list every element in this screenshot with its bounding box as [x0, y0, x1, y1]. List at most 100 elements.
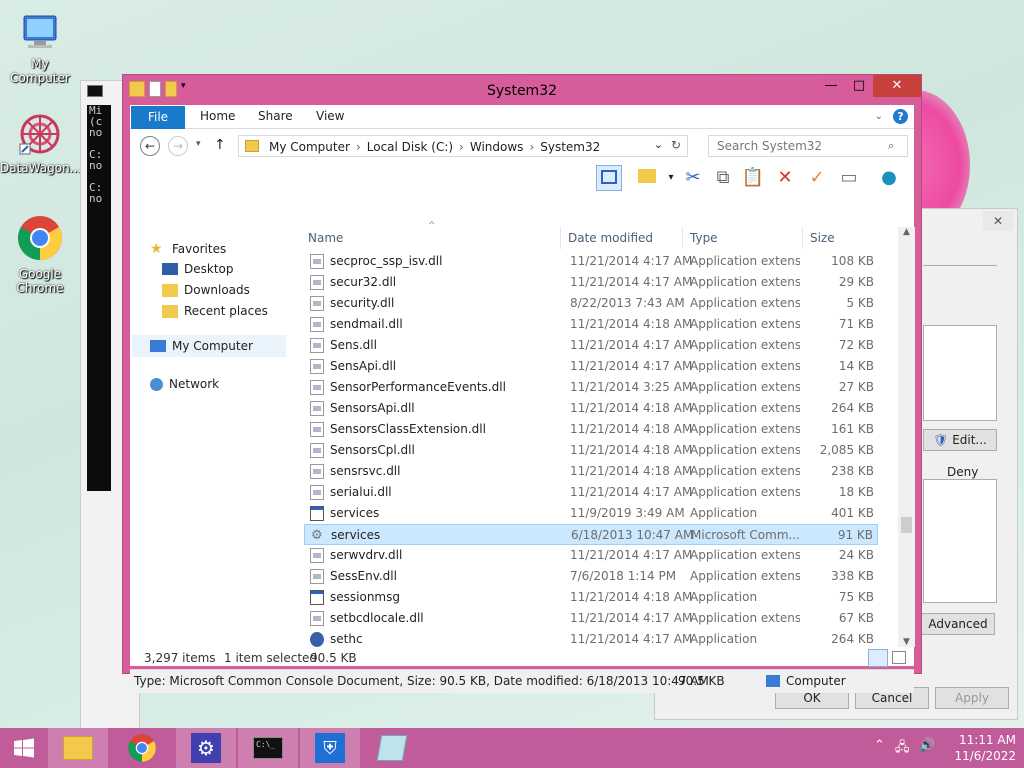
scroll-down-icon[interactable]: ▼ — [898, 637, 915, 647]
taskbar-settings[interactable]: ⚙ — [176, 728, 236, 768]
file-size: 71 KB — [838, 317, 874, 331]
desktop-icon-my-computer[interactable]: My Computer — [0, 12, 80, 85]
clock[interactable]: 11:11 AM 11/6/2022 — [954, 732, 1016, 764]
address-bar[interactable]: My Computer › Local Disk (C:) › Windows › S… — [238, 135, 688, 157]
file-type: Application extens... — [690, 380, 800, 394]
edit-button[interactable]: 🛡 Edit... — [923, 429, 997, 451]
taskbar-notepad[interactable] — [362, 728, 422, 768]
preview-pane-icon[interactable] — [596, 165, 622, 191]
column-header-name[interactable]: Name — [308, 227, 343, 249]
table-row[interactable]: SensorsClassExtension.dll 11/21/2014 4:18… — [304, 419, 878, 440]
scrollbar-thumb[interactable] — [901, 517, 912, 533]
taskbar-chrome[interactable] — [112, 728, 172, 768]
table-row[interactable]: SensorsApi.dll 11/21/2014 4:18 AM Applicat… — [304, 398, 878, 419]
close-button[interactable]: ✕ — [873, 75, 921, 97]
show-hidden-icons-chevron-icon[interactable]: ⌃ — [874, 738, 885, 760]
permissions-list[interactable] — [923, 479, 997, 603]
table-row[interactable]: sensrsvc.dll 11/21/2014 4:18 AM Applicatio… — [304, 461, 878, 482]
nav-item-recent-places[interactable]: Recent places — [162, 304, 268, 318]
explorer-window[interactable]: ▾ System32 — □ ✕ File Home Share View ⌄ … — [122, 74, 922, 693]
table-row[interactable]: serialui.dll 11/21/2014 4:17 AM Applicatio… — [304, 482, 878, 503]
nav-item-network[interactable]: Network — [150, 377, 219, 391]
help-icon[interactable]: ? — [893, 109, 908, 124]
table-row[interactable]: SensorPerformanceEvents.dll 11/21/2014 3:… — [304, 377, 878, 398]
breadcrumb-system32[interactable]: System32 — [540, 140, 600, 154]
rename-icon[interactable]: ▭ — [836, 165, 862, 191]
cut-icon[interactable]: ✂ — [680, 165, 706, 191]
table-row[interactable]: secproc_ssp_isv.dll 11/21/2014 4:17 AM App… — [304, 251, 878, 272]
table-row[interactable]: serwvdrv.dll 11/21/2014 4:17 AM Applicatio… — [304, 545, 878, 566]
desktop-icon-datawagon[interactable]: DataWagon... — [0, 112, 81, 175]
taskbar-file-explorer[interactable] — [48, 728, 108, 768]
up-arrow-icon[interactable]: ↑ — [214, 137, 226, 153]
column-divider[interactable] — [802, 227, 803, 249]
search-input[interactable]: Search System32 — [708, 135, 908, 157]
delete-icon[interactable]: ✕ — [772, 165, 798, 191]
breadcrumb-my-computer[interactable]: My Computer — [269, 140, 350, 154]
chevron-right-icon[interactable]: › — [459, 140, 464, 154]
back-button[interactable]: ← — [140, 136, 160, 156]
cmd-output: Mi (c no C: no C: no — [87, 105, 111, 491]
file-name: SensorPerformanceEvents.dll — [330, 380, 506, 394]
details-view-icon[interactable] — [868, 649, 888, 667]
column-header-date[interactable]: Date modified — [568, 227, 653, 249]
apply-button[interactable]: Apply — [935, 687, 1009, 709]
vertical-scrollbar[interactable]: ▲ ▼ — [898, 227, 915, 647]
volume-icon[interactable]: 🔊 — [919, 738, 935, 760]
file-size: 264 KB — [831, 401, 874, 415]
table-row[interactable]: sendmail.dll 11/21/2014 4:18 AM Applicatio… — [304, 314, 878, 335]
checkmark-icon[interactable]: ✓ — [804, 165, 830, 191]
chevron-right-icon[interactable]: › — [529, 140, 534, 154]
taskbar-command-prompt[interactable]: C:\_ — [238, 728, 298, 768]
close-icon[interactable]: ✕ — [983, 211, 1013, 231]
table-row[interactable]: ⚙ services 6/18/2013 10:47 AM Microsoft Com… — [304, 524, 878, 545]
nav-item-favorites[interactable]: ★ Favorites — [150, 241, 226, 257]
breadcrumb-windows[interactable]: Windows — [470, 140, 524, 154]
table-row[interactable]: SessEnv.dll 7/6/2018 1:14 PM Application e… — [304, 566, 878, 587]
shell-icon[interactable]: ● — [876, 165, 902, 191]
nav-item-my-computer[interactable]: My Computer — [132, 335, 286, 357]
taskbar-defender[interactable]: ⛨ — [300, 728, 360, 768]
table-row[interactable]: secur32.dll 11/21/2014 4:17 AM Application… — [304, 272, 878, 293]
group-list[interactable] — [923, 325, 997, 421]
column-divider[interactable] — [682, 227, 683, 249]
advanced-button[interactable]: Advanced — [921, 613, 995, 635]
shield-icon: 🛡 — [933, 433, 949, 447]
tab-view[interactable]: View — [316, 109, 344, 123]
table-row[interactable]: sessionmsg 11/21/2014 4:18 AM Application 7… — [304, 587, 878, 608]
column-divider[interactable] — [560, 227, 561, 249]
table-row[interactable]: services 11/9/2019 3:49 AM Application 401 … — [304, 503, 878, 524]
checklist-folder-icon[interactable] — [634, 165, 660, 191]
scroll-up-icon[interactable]: ▲ — [898, 227, 915, 237]
column-header-size[interactable]: Size — [810, 227, 835, 249]
nav-item-downloads[interactable]: Downloads — [162, 283, 250, 297]
table-row[interactable]: security.dll 8/22/2013 7:43 AM Application… — [304, 293, 878, 314]
start-button[interactable] — [0, 728, 48, 768]
paste-icon[interactable]: 📋 — [740, 165, 766, 191]
ribbon-expand-icon[interactable]: ⌄ — [875, 111, 883, 122]
table-row[interactable]: setbcdlocale.dll 11/21/2014 4:17 AM Applic… — [304, 608, 878, 629]
column-header-type[interactable]: Type — [690, 227, 718, 249]
tab-share[interactable]: Share — [258, 109, 293, 123]
table-row[interactable]: SensApi.dll 11/21/2014 4:17 AM Application… — [304, 356, 878, 377]
title-bar[interactable]: ▾ System32 — □ ✕ — [123, 75, 921, 105]
copy-icon[interactable]: ⧉ — [710, 165, 736, 191]
chevron-right-icon[interactable]: › — [356, 140, 361, 154]
forward-button[interactable]: → — [168, 136, 188, 156]
table-row[interactable]: SensorsCpl.dll 11/21/2014 4:18 AM Applicat… — [304, 440, 878, 461]
large-icons-view-icon[interactable] — [892, 651, 906, 664]
address-dropdown-icon[interactable]: ⌄ — [654, 138, 663, 151]
minimize-button[interactable]: — — [817, 75, 845, 97]
network-icon[interactable]: 🖧 — [895, 738, 910, 760]
desktop-icon-chrome[interactable]: Google Chrome — [0, 214, 80, 295]
tab-file[interactable]: File — [131, 106, 185, 129]
file-name: services — [330, 506, 380, 520]
table-row[interactable]: Sens.dll 11/21/2014 4:17 AM Application ex… — [304, 335, 878, 356]
refresh-icon[interactable]: ↻ — [671, 138, 681, 152]
breadcrumb-local-disk[interactable]: Local Disk (C:) — [367, 140, 453, 154]
system-tray: ⌃ 🖧 🔊 — [874, 738, 936, 760]
recent-locations-chevron-icon[interactable]: ▾ — [196, 139, 201, 149]
maximize-button[interactable]: □ — [845, 75, 873, 97]
tab-home[interactable]: Home — [200, 109, 235, 123]
nav-item-desktop[interactable]: Desktop — [162, 262, 234, 276]
